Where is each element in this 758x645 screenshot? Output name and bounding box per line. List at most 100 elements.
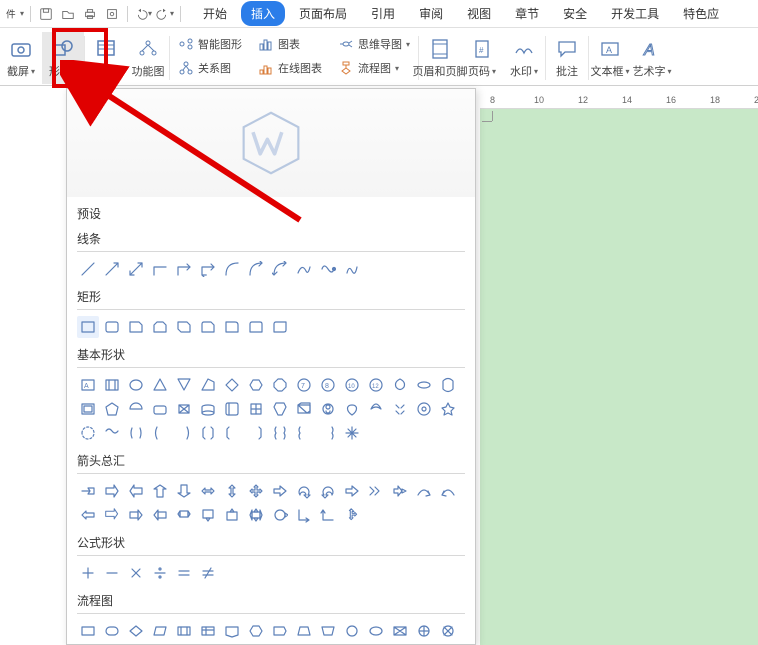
shape-arrow-26[interactable] — [317, 504, 339, 526]
shape-basic-40[interactable] — [269, 422, 291, 444]
shape-flow-3[interactable] — [149, 620, 171, 642]
shape-arrow-2[interactable] — [125, 480, 147, 502]
shape-basic-37[interactable] — [197, 422, 219, 444]
shape-curve[interactable] — [221, 258, 243, 280]
file-menu[interactable]: 件▾ — [4, 3, 26, 25]
shape-line-double[interactable] — [125, 258, 147, 280]
shape-elbow-double[interactable] — [197, 258, 219, 280]
shape-basic-5[interactable] — [197, 374, 219, 396]
shape-basic-30[interactable] — [413, 398, 435, 420]
smartart-button[interactable]: 智能图形 — [176, 32, 244, 56]
shape-basic-12[interactable]: 12 — [365, 374, 387, 396]
shape-arrow-25[interactable] — [293, 504, 315, 526]
shape-arrow-0[interactable] — [77, 480, 99, 502]
shape-round2same[interactable] — [245, 316, 267, 338]
shape-elbow-arrow[interactable] — [173, 258, 195, 280]
shape-arrow-3[interactable] — [149, 480, 171, 502]
shape-basic-18[interactable] — [125, 398, 147, 420]
shape-basic-14[interactable] — [413, 374, 435, 396]
shape-arrow-4[interactable] — [173, 480, 195, 502]
shape-arrow-23[interactable] — [245, 504, 267, 526]
screenshot-button[interactable]: 截屏▾ — [0, 32, 42, 84]
shape-flow-12[interactable] — [365, 620, 387, 642]
shape-minus[interactable] — [101, 562, 123, 584]
shape-basic-1[interactable] — [101, 374, 123, 396]
wordart-button[interactable]: A 艺术字▾ — [631, 32, 673, 84]
shape-snip2diag[interactable] — [173, 316, 195, 338]
shape-sniprounded[interactable] — [197, 316, 219, 338]
tab-review[interactable]: 审阅 — [409, 1, 453, 26]
shape-arrow-18[interactable] — [125, 504, 147, 526]
shape-basic-23[interactable] — [245, 398, 267, 420]
shape-basic-0[interactable]: A — [77, 374, 99, 396]
tab-reference[interactable]: 引用 — [361, 1, 405, 26]
shapes-scroll[interactable]: 预设 线条 矩形 — [67, 197, 475, 644]
shape-arrow-14[interactable] — [413, 480, 435, 502]
tab-chapter[interactable]: 章节 — [505, 1, 549, 26]
shape-round2diag[interactable] — [269, 316, 291, 338]
tab-start[interactable]: 开始 — [193, 1, 237, 26]
shape-basic-19[interactable] — [149, 398, 171, 420]
shape-basic-24[interactable] — [269, 398, 291, 420]
shape-basic-16[interactable] — [77, 398, 99, 420]
shape-basic-34[interactable] — [125, 422, 147, 444]
shape-arrow-16[interactable] — [77, 504, 99, 526]
shape-snip2same[interactable] — [149, 316, 171, 338]
shape-arrow-24[interactable] — [269, 504, 291, 526]
tab-special[interactable]: 特色应 — [673, 1, 729, 26]
shape-basic-2[interactable] — [125, 374, 147, 396]
relation-button[interactable]: 关系图 — [176, 56, 244, 80]
shape-arrow-5[interactable] — [197, 480, 219, 502]
shape-basic-10[interactable]: 8 — [317, 374, 339, 396]
shape-arrow-17[interactable] — [101, 504, 123, 526]
shape-notequals[interactable] — [197, 562, 219, 584]
shape-equals[interactable] — [173, 562, 195, 584]
onlinechart-button[interactable]: 在线图表 — [256, 56, 324, 80]
iconlib-button[interactable]: 图标库 — [85, 32, 127, 84]
shape-arrow-9[interactable] — [293, 480, 315, 502]
shape-flow-0[interactable] — [77, 620, 99, 642]
tab-security[interactable]: 安全 — [553, 1, 597, 26]
shape-basic-7[interactable] — [245, 374, 267, 396]
shape-basic-4[interactable] — [173, 374, 195, 396]
shape-basic-28[interactable] — [365, 398, 387, 420]
shape-divide[interactable] — [149, 562, 171, 584]
shape-basic-32[interactable] — [77, 422, 99, 444]
document-canvas[interactable] — [480, 109, 758, 645]
shape-basic-13[interactable] — [389, 374, 411, 396]
undo-icon[interactable]: ▾ — [132, 3, 154, 25]
shape-basic-29[interactable] — [389, 398, 411, 420]
shapes-button[interactable]: 形状▾ — [42, 32, 84, 84]
shape-flow-15[interactable] — [437, 620, 459, 642]
shape-basic-38[interactable] — [221, 422, 243, 444]
shape-basic-42[interactable] — [317, 422, 339, 444]
shape-basic-35[interactable] — [149, 422, 171, 444]
shape-basic-43[interactable] — [341, 422, 363, 444]
shape-basic-27[interactable] — [341, 398, 363, 420]
shape-snip1[interactable] — [125, 316, 147, 338]
shape-arrow-8[interactable] — [269, 480, 291, 502]
shape-basic-15[interactable] — [437, 374, 459, 396]
tab-view[interactable]: 视图 — [457, 1, 501, 26]
shape-elbow[interactable] — [149, 258, 171, 280]
shape-arrow-11[interactable] — [341, 480, 363, 502]
shape-round1[interactable] — [221, 316, 243, 338]
shape-flow-10[interactable] — [317, 620, 339, 642]
shape-basic-33[interactable] — [101, 422, 123, 444]
pagenum-button[interactable]: # 页码▾ — [461, 32, 503, 84]
shape-arrow-27[interactable] — [341, 504, 363, 526]
shape-flow-7[interactable] — [245, 620, 267, 642]
mindmap-button[interactable]: 思维导图▾ — [336, 32, 412, 56]
shape-scribble2[interactable] — [341, 258, 363, 280]
shape-basic-20[interactable] — [173, 398, 195, 420]
shape-basic-21[interactable] — [197, 398, 219, 420]
shape-basic-9[interactable]: 7 — [293, 374, 315, 396]
shape-arrow-10[interactable] — [317, 480, 339, 502]
shape-plus[interactable] — [77, 562, 99, 584]
shape-flow-5[interactable] — [197, 620, 219, 642]
flowchart-button[interactable]: 流程图▾ — [336, 56, 412, 80]
shape-arrow-12[interactable] — [365, 480, 387, 502]
shape-basic-22[interactable] — [221, 398, 243, 420]
shape-roundrect[interactable] — [101, 316, 123, 338]
shape-arrow-19[interactable] — [149, 504, 171, 526]
